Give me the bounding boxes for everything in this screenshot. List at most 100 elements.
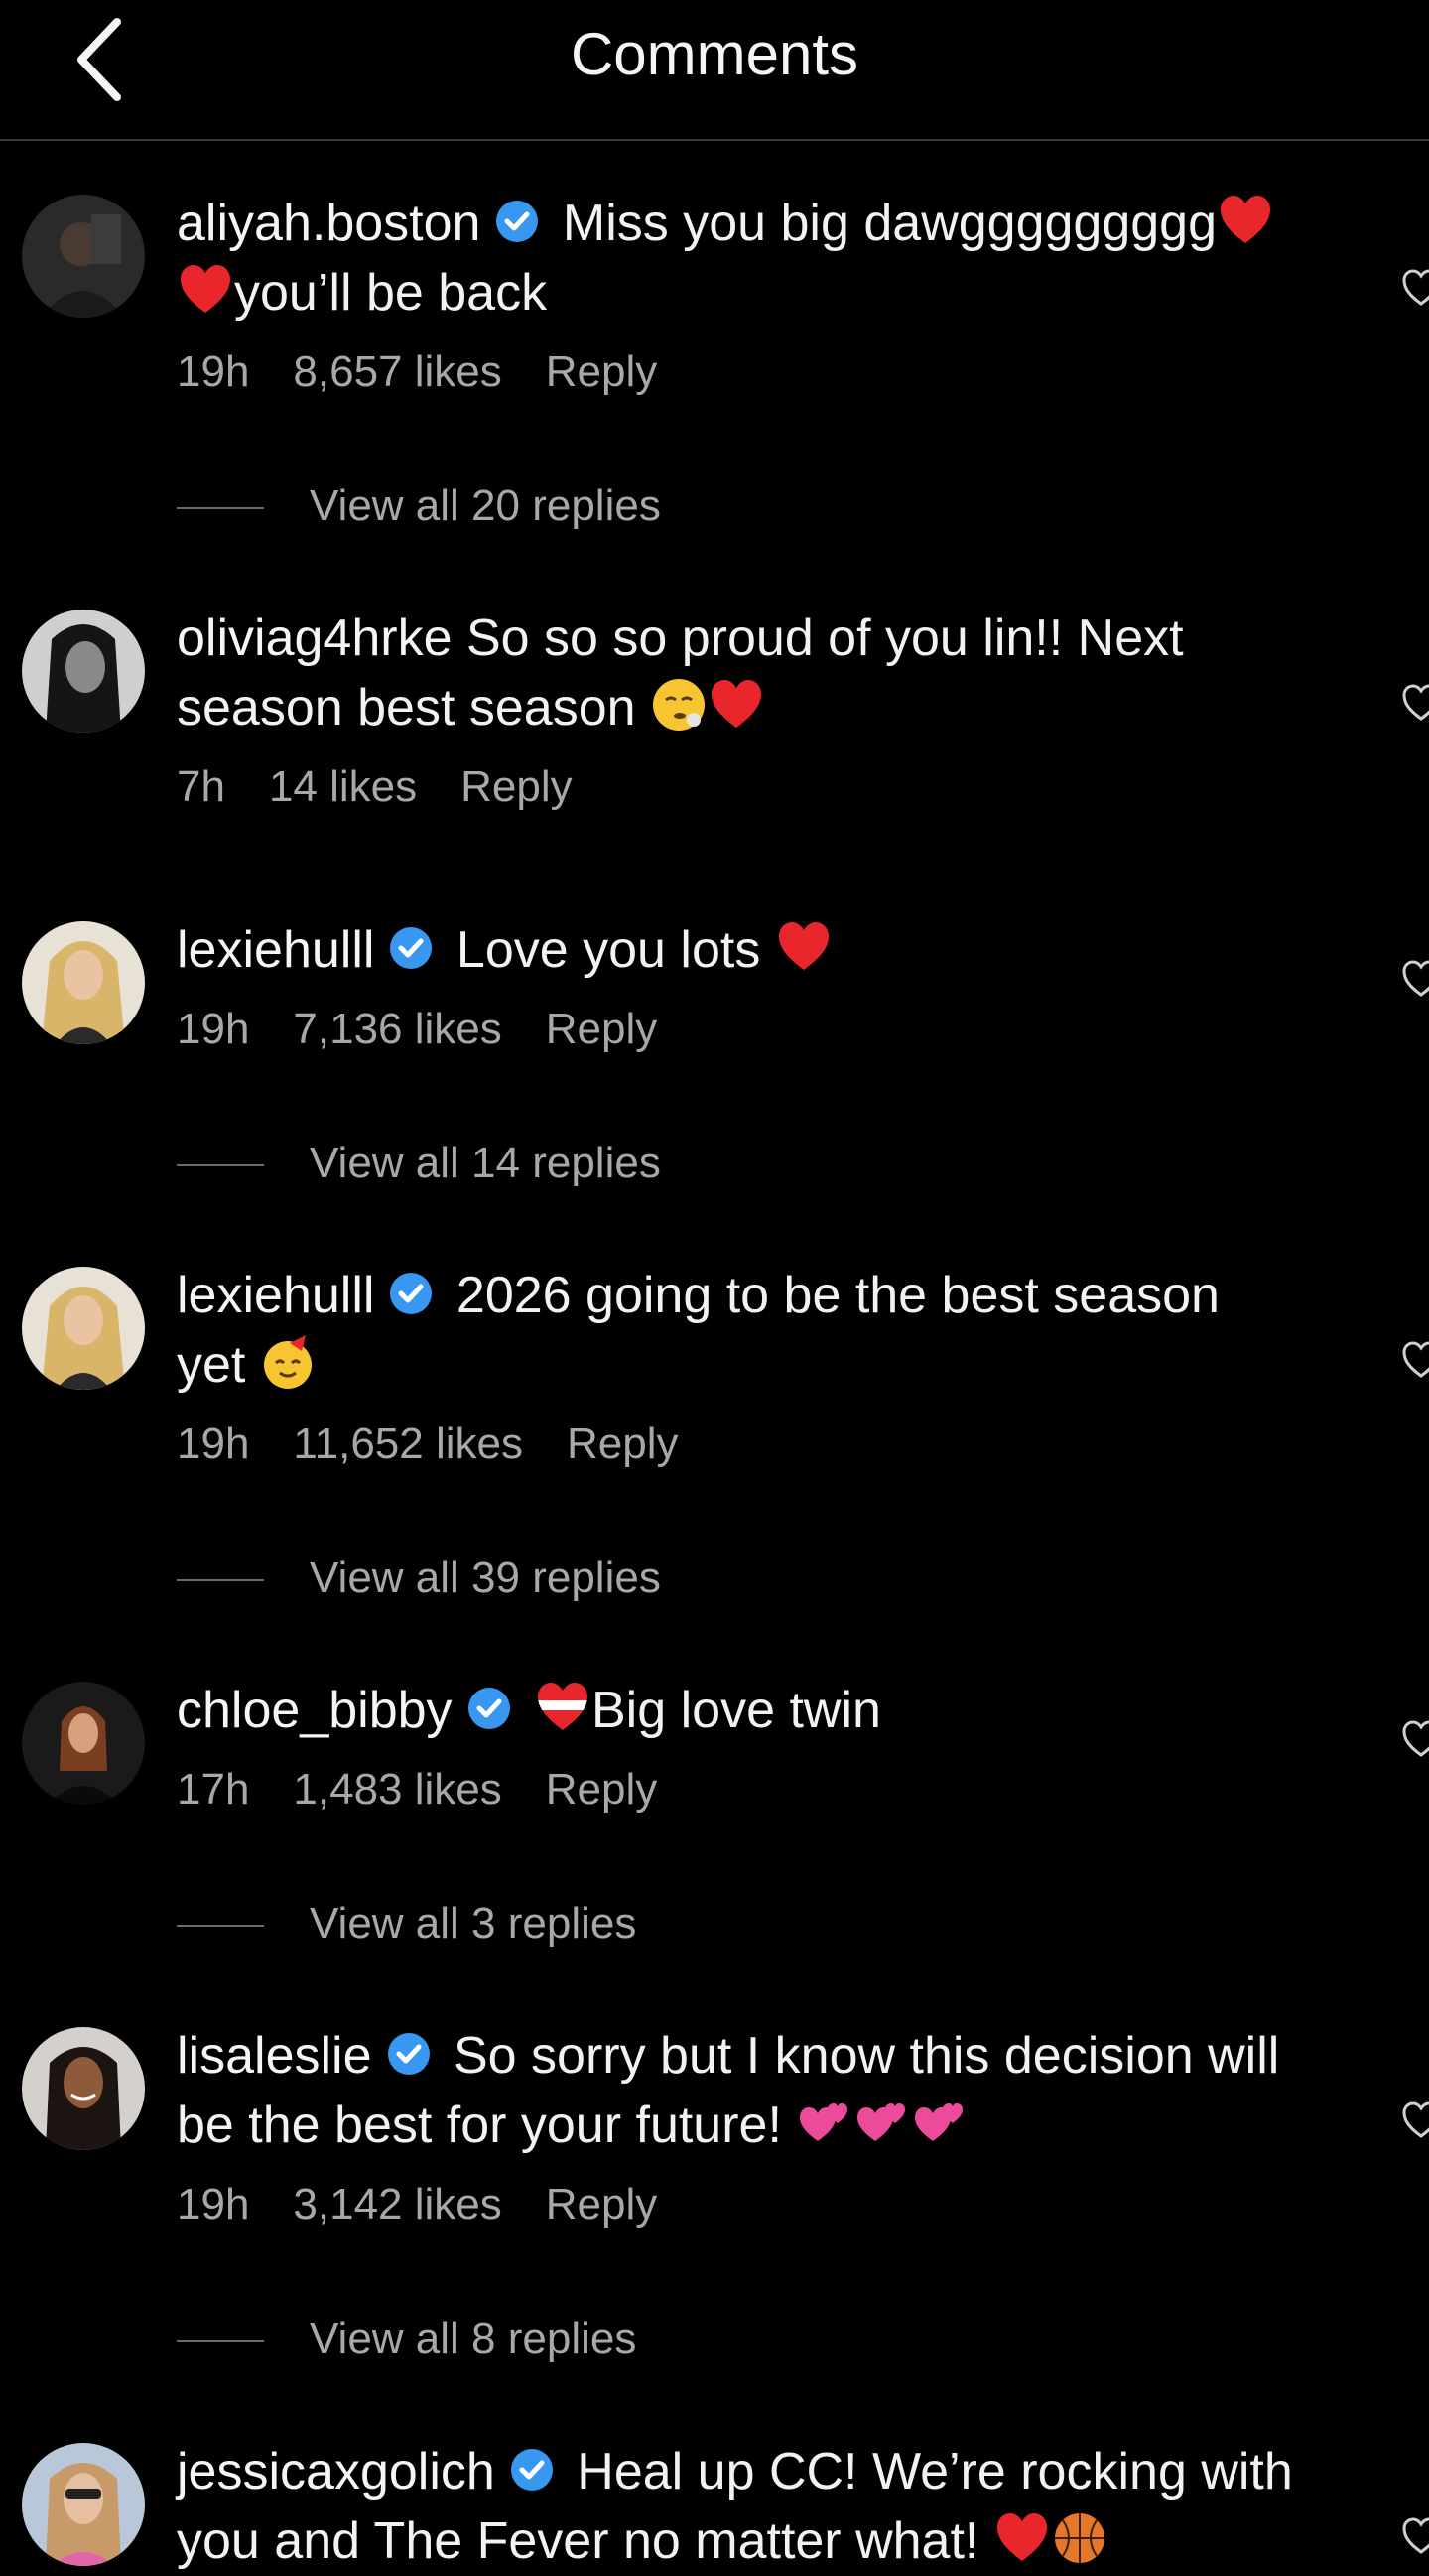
- comment-body-continued: you and The Fever no matter what!: [177, 2512, 979, 2570]
- replies-divider: [177, 2340, 264, 2343]
- view-replies-button[interactable]: View all 3 replies: [177, 1899, 636, 1949]
- view-replies-button[interactable]: View all 8 replies: [177, 2314, 636, 2364]
- heart-outline-icon: [1402, 1720, 1429, 1757]
- red-heart-emoji-icon: [177, 261, 234, 319]
- comment-likes[interactable]: 3,142 likes: [293, 2180, 501, 2229]
- view-replies-label: View all 39 replies: [310, 1554, 661, 1602]
- red-heart-emoji-icon: [708, 676, 765, 734]
- comment-likes[interactable]: 11,652 likes: [293, 1420, 523, 1468]
- verified-badge-icon: [494, 199, 540, 244]
- comment-text: oliviag4hrke So so so proud of you lin!!…: [177, 604, 1348, 743]
- verified-badge-icon: [466, 1686, 512, 1731]
- avatar[interactable]: [22, 2027, 145, 2150]
- heart-outline-icon: [1402, 684, 1429, 721]
- heart-outline-icon: [1402, 2517, 1429, 2554]
- heart-outline-icon: [1402, 1341, 1429, 1378]
- comment-username[interactable]: chloe_bibby: [177, 1682, 453, 1739]
- comment-time: 19h: [177, 1005, 250, 1053]
- red-white-heart-emoji-icon: [534, 1679, 591, 1736]
- red-heart-emoji-icon: [993, 2509, 1051, 2567]
- comment-likes[interactable]: 1,483 likes: [293, 1765, 501, 1814]
- view-replies-label: View all 14 replies: [310, 1139, 661, 1187]
- comment-username[interactable]: lexiehulll: [177, 921, 374, 979]
- comment-text: lexiehulll Love you lots: [177, 915, 1348, 985]
- replies-divider: [177, 507, 264, 510]
- like-button[interactable]: [1401, 2516, 1429, 2556]
- two-hearts-emoji-icon: [911, 2094, 969, 2151]
- view-replies-label: View all 8 replies: [310, 2314, 637, 2363]
- two-hearts-emoji-icon: [796, 2094, 853, 2151]
- comment-username[interactable]: oliviag4hrke: [177, 610, 453, 667]
- red-heart-emoji-icon: [775, 918, 833, 976]
- comment-meta: 17h 1,483 likes Reply: [177, 1765, 701, 1815]
- comment-meta: 7h 14 likes Reply: [177, 762, 616, 812]
- replies-divider: [177, 1925, 264, 1928]
- red-heart-emoji-icon: [1217, 192, 1274, 249]
- basketball-emoji-icon: [1051, 2509, 1108, 2567]
- comment-body-continued: you’ll be back: [234, 264, 548, 322]
- view-replies-button[interactable]: View all 20 replies: [177, 481, 661, 531]
- reply-button[interactable]: Reply: [546, 1005, 658, 1053]
- comment-body: So sorry but I know this decision will: [453, 2027, 1280, 2085]
- comment-text: chloe_bibby Big love twin: [177, 1676, 1348, 1745]
- avatar[interactable]: [22, 195, 145, 318]
- comment-meta: 19h 11,652 likes Reply: [177, 1420, 721, 1469]
- like-button[interactable]: [1401, 1340, 1429, 1380]
- comment-body: Love you lots: [455, 921, 761, 979]
- page-title: Comments: [570, 21, 859, 87]
- comment-text: aliyah.boston Miss you big dawggggggggg …: [177, 189, 1348, 328]
- exhale-face-emoji-icon: [650, 676, 708, 734]
- comment-body: Heal up CC! We’re rocking with: [577, 2443, 1293, 2501]
- like-button[interactable]: [1401, 1719, 1429, 1759]
- comment-text: lexiehulll 2026 going to be the best sea…: [177, 1261, 1348, 1400]
- party-face-emoji-icon: [260, 1333, 318, 1391]
- comment-body-continued: season best season: [177, 679, 636, 737]
- reply-button[interactable]: Reply: [546, 347, 658, 396]
- avatar[interactable]: [22, 610, 145, 733]
- verified-badge-icon: [509, 2447, 555, 2493]
- comment-likes[interactable]: 8,657 likes: [293, 347, 501, 396]
- view-replies-button[interactable]: View all 14 replies: [177, 1139, 661, 1188]
- comment-time: 19h: [177, 1420, 250, 1468]
- like-button[interactable]: [1401, 959, 1429, 999]
- comment-likes[interactable]: 7,136 likes: [293, 1005, 501, 1053]
- like-button[interactable]: [1401, 683, 1429, 723]
- replies-divider: [177, 1164, 264, 1167]
- comment-username[interactable]: jessicaxgolich: [177, 2443, 495, 2501]
- verified-badge-icon: [388, 925, 434, 971]
- comment-body-continued: yet: [177, 1336, 246, 1394]
- view-replies-label: View all 20 replies: [310, 481, 661, 530]
- avatar[interactable]: [22, 2443, 145, 2566]
- comment-username[interactable]: lexiehulll: [177, 1267, 374, 1324]
- reply-button[interactable]: Reply: [567, 1420, 679, 1468]
- reply-button[interactable]: Reply: [546, 1765, 658, 1814]
- comment-username[interactable]: aliyah.boston: [177, 195, 480, 252]
- view-replies-button[interactable]: View all 39 replies: [177, 1554, 661, 1603]
- view-replies-label: View all 3 replies: [310, 1899, 637, 1948]
- like-button[interactable]: [1401, 268, 1429, 308]
- like-button[interactable]: [1401, 2101, 1429, 2140]
- comment-username[interactable]: lisaleslie: [177, 2027, 372, 2085]
- comment-likes[interactable]: 14 likes: [269, 762, 417, 811]
- reply-button[interactable]: Reply: [546, 2180, 658, 2229]
- comment-time: 19h: [177, 347, 250, 396]
- verified-badge-icon: [386, 2031, 432, 2077]
- comment-meta: 19h 8,657 likes Reply: [177, 347, 701, 397]
- avatar[interactable]: [22, 1267, 145, 1390]
- heart-outline-icon: [1402, 269, 1429, 306]
- header-bar: Comments: [0, 0, 1429, 141]
- comment-meta: 19h 3,142 likes Reply: [177, 2180, 701, 2230]
- heart-outline-icon: [1402, 2101, 1429, 2138]
- comment-time: 17h: [177, 1765, 250, 1814]
- comment-time: 19h: [177, 2180, 250, 2229]
- avatar[interactable]: [22, 921, 145, 1044]
- heart-outline-icon: [1402, 960, 1429, 997]
- comment-text: jessicaxgolich Heal up CC! We’re rocking…: [177, 2437, 1348, 2576]
- replies-divider: [177, 1579, 264, 1582]
- comment-body: Miss you big dawggggggggg: [562, 195, 1218, 252]
- two-hearts-emoji-icon: [853, 2094, 911, 2151]
- verified-badge-icon: [388, 1271, 434, 1316]
- comment-meta: 19h 7,136 likes Reply: [177, 1005, 701, 1054]
- reply-button[interactable]: Reply: [460, 762, 573, 811]
- avatar[interactable]: [22, 1682, 145, 1805]
